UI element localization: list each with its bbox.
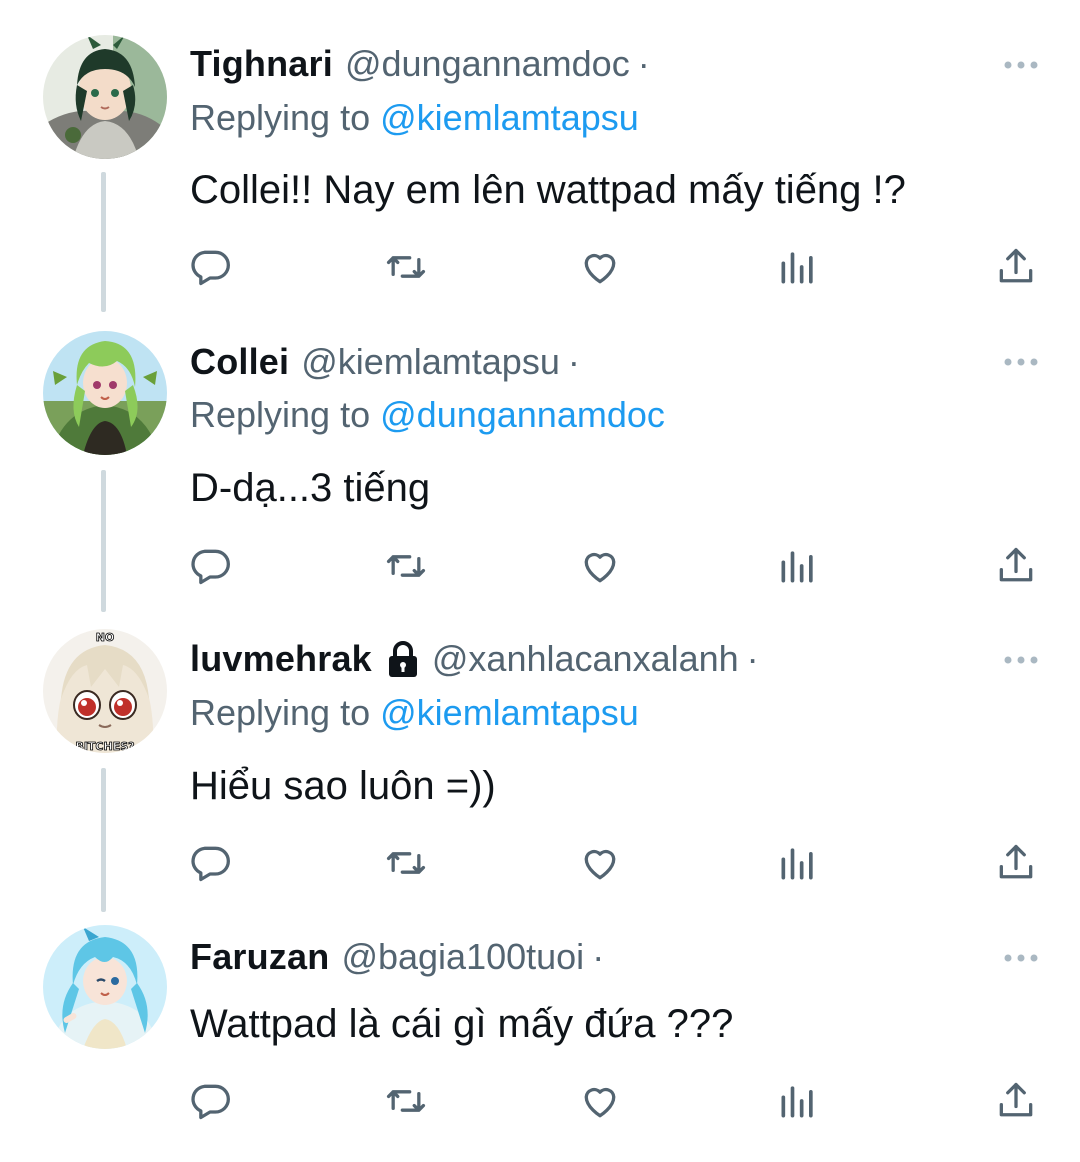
- reply-icon[interactable]: [188, 544, 232, 588]
- tweet-header: Tighnari @dungannamdoc ·: [190, 42, 650, 86]
- separator-dot: ·: [637, 43, 650, 84]
- replying-to-label: Replying to: [190, 97, 371, 138]
- reply-icon[interactable]: [188, 841, 232, 885]
- heart-icon[interactable]: [578, 544, 622, 588]
- views-icon[interactable]: [776, 544, 820, 588]
- display-name[interactable]: Collei: [190, 340, 289, 384]
- display-name[interactable]: luvmehrak: [190, 637, 372, 681]
- user-handle[interactable]: @bagia100tuoi: [341, 935, 584, 979]
- avatar[interactable]: [43, 331, 167, 455]
- replying-to: Replying to @kiemlamtapsu: [190, 691, 639, 735]
- retweet-icon[interactable]: [384, 245, 428, 289]
- user-handle[interactable]: @kiemlamtapsu: [301, 340, 560, 384]
- share-icon[interactable]: [994, 544, 1038, 588]
- share-icon[interactable]: [994, 245, 1038, 289]
- reply-icon[interactable]: [188, 1079, 232, 1123]
- tweet-text: D-dạ...3 tiếng: [190, 466, 431, 510]
- replying-to-mention[interactable]: @dungannamdoc: [380, 394, 665, 435]
- share-icon[interactable]: [994, 841, 1038, 885]
- separator-dot: ·: [592, 936, 605, 977]
- display-name[interactable]: Tighnari: [190, 42, 333, 86]
- replying-to-mention[interactable]: @kiemlamtapsu: [380, 692, 639, 733]
- more-icon[interactable]: [1003, 355, 1039, 367]
- tweet-text: Hiểu sao luôn =)): [190, 764, 496, 808]
- replying-to-mention[interactable]: @kiemlamtapsu: [380, 97, 639, 138]
- replying-to-label: Replying to: [190, 394, 371, 435]
- tweet-header: luvmehrak @xanhlacanxalanh ·: [190, 637, 759, 681]
- separator-dot: ·: [746, 638, 759, 679]
- heart-icon[interactable]: [578, 1079, 622, 1123]
- tweet-text: Collei!! Nay em lên wattpad mấy tiếng !?: [190, 168, 906, 212]
- avatar[interactable]: NO BITCHES?: [43, 629, 167, 753]
- tweet-actions: [0, 841, 1080, 891]
- tweet-header: Faruzan @bagia100tuoi ·: [190, 935, 604, 979]
- tweet-text: Wattpad là cái gì mấy đứa ???: [190, 1002, 734, 1046]
- replying-to: Replying to @dungannamdoc: [190, 393, 665, 437]
- views-icon[interactable]: [776, 245, 820, 289]
- avatar-caption-top: NO: [96, 631, 115, 644]
- more-icon[interactable]: [1003, 58, 1039, 70]
- share-icon[interactable]: [994, 1079, 1038, 1123]
- heart-icon[interactable]: [578, 841, 622, 885]
- reply-icon[interactable]: [188, 245, 232, 289]
- retweet-icon[interactable]: [384, 841, 428, 885]
- heart-icon[interactable]: [578, 245, 622, 289]
- tweet-actions: [0, 245, 1080, 295]
- tweet-actions: [0, 1079, 1080, 1129]
- views-icon[interactable]: [776, 1079, 820, 1123]
- user-handle[interactable]: @xanhlacanxalanh: [432, 637, 739, 681]
- more-icon[interactable]: [1003, 653, 1039, 665]
- separator-dot: ·: [567, 341, 580, 382]
- views-icon[interactable]: [776, 841, 820, 885]
- display-name[interactable]: Faruzan: [190, 935, 329, 979]
- avatar-image: NO BITCHES?: [43, 629, 167, 753]
- tweet-header: Collei @kiemlamtapsu ·: [190, 340, 580, 384]
- tweet-actions: [0, 544, 1080, 594]
- retweet-icon[interactable]: [384, 1079, 428, 1123]
- avatar-caption-bottom: BITCHES?: [75, 740, 134, 753]
- avatar-image: [43, 925, 167, 1049]
- avatar-image: [43, 331, 167, 455]
- replying-to-label: Replying to: [190, 692, 371, 733]
- avatar[interactable]: [43, 35, 167, 159]
- avatar-image: [43, 35, 167, 159]
- retweet-icon[interactable]: [384, 544, 428, 588]
- avatar[interactable]: [43, 925, 167, 1049]
- user-handle[interactable]: @dungannamdoc: [345, 42, 630, 86]
- replying-to: Replying to @kiemlamtapsu: [190, 96, 639, 140]
- more-icon[interactable]: [1003, 951, 1039, 963]
- lock-icon: [386, 639, 420, 679]
